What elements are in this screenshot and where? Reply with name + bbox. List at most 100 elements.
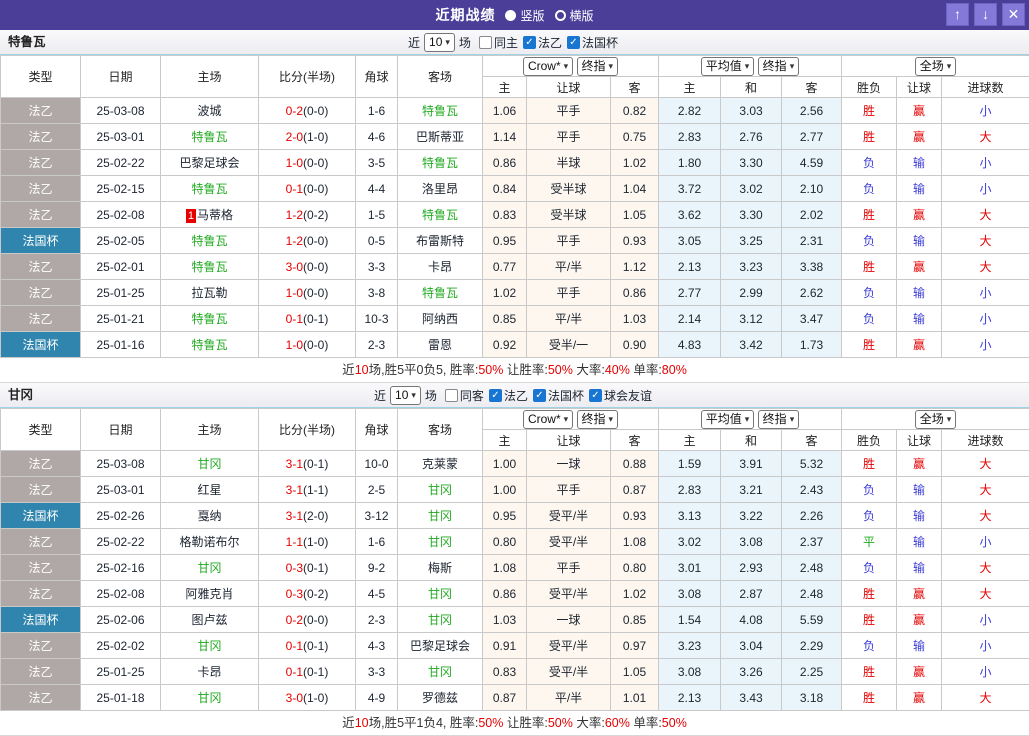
match-date: 25-03-08 — [81, 98, 161, 124]
filter-checkbox-item[interactable]: 同客 — [445, 387, 484, 404]
crow-away-odds: 1.02 — [611, 150, 659, 176]
corner-count: 1-6 — [356, 98, 398, 124]
close-button[interactable]: ✕ — [1002, 3, 1025, 26]
winloss-outcome: 胜 — [842, 451, 897, 477]
match-row: 法乙25-02-22巴黎足球会1-0(0-0)3-5特鲁瓦0.86半球1.021… — [1, 150, 1029, 176]
avg-home-odds: 1.80 — [659, 150, 721, 176]
match-type: 法乙 — [1, 555, 81, 581]
filter-controls: 近 10▾ 场 同主✓法乙✓法国杯 — [408, 33, 621, 52]
away-team: 巴斯蒂亚 — [398, 124, 483, 150]
match-date: 25-03-08 — [81, 451, 161, 477]
goals-outcome: 大 — [942, 555, 1029, 581]
average-select[interactable]: 平均值▾ — [701, 57, 755, 76]
radio-unselected-icon[interactable] — [555, 10, 566, 21]
odds-provider-select[interactable]: Crow*▾ — [523, 57, 573, 76]
summary-segment: 单率: — [630, 716, 662, 730]
avg-draw-odds: 3.23 — [721, 254, 782, 280]
avg-draw-odds: 2.76 — [721, 124, 782, 150]
average-select[interactable]: 平均值▾ — [701, 410, 755, 429]
competition-filters: 同主 ✓法乙 ✓法国杯 — [479, 34, 621, 51]
avg-away-odds: 5.59 — [782, 607, 842, 633]
match-count-select[interactable]: 10▾ — [424, 33, 455, 52]
odds-time-select[interactable]: 终指▾ — [577, 410, 619, 429]
match-score: 2-0(1-0) — [259, 124, 356, 150]
away-team: 特鲁瓦 — [398, 202, 483, 228]
average-time-select[interactable]: 终指▾ — [758, 57, 800, 76]
radio-selected-icon[interactable] — [505, 10, 516, 21]
match-score: 1-1(1-0) — [259, 529, 356, 555]
odds-group-crow: Crow*▾ 终指▾ — [483, 56, 659, 77]
handicap-outcome: 输 — [897, 503, 942, 529]
goals-outcome: 小 — [942, 529, 1029, 555]
layout-radio-vertical[interactable]: 竖版 — [505, 7, 544, 24]
filter-checkbox-item[interactable]: ✓法国杯 — [567, 34, 618, 51]
winloss-outcome: 负 — [842, 228, 897, 254]
crow-home-odds: 0.95 — [483, 503, 527, 529]
match-type: 法乙 — [1, 633, 81, 659]
avg-away-odds: 2.62 — [782, 280, 842, 306]
filter-checkbox-item[interactable]: ✓法乙 — [489, 387, 528, 404]
checkbox-icon[interactable] — [445, 389, 458, 402]
handicap-outcome: 输 — [897, 555, 942, 581]
chevron-down-icon: ▾ — [609, 411, 614, 427]
move-up-button[interactable]: ↑ — [946, 3, 969, 26]
handicap-outcome: 赢 — [897, 202, 942, 228]
match-row: 法国杯25-02-06图卢兹0-2(0-0)2-3甘冈1.03一球0.851.5… — [1, 607, 1029, 633]
team-name: 特鲁瓦 — [8, 30, 46, 54]
summary-segment: 50% — [478, 716, 503, 730]
checkbox-icon[interactable]: ✓ — [533, 389, 546, 402]
corner-count: 9-2 — [356, 555, 398, 581]
move-down-button[interactable]: ↓ — [974, 3, 997, 26]
match-type: 法乙 — [1, 280, 81, 306]
col-goals: 进球数 — [942, 430, 1029, 451]
period-select[interactable]: 全场▾ — [915, 57, 957, 76]
away-team: 甘冈 — [398, 659, 483, 685]
col-avg-away: 客 — [782, 430, 842, 451]
filter-checkbox-item[interactable]: ✓法国杯 — [533, 387, 584, 404]
filter-checkbox-item[interactable]: 同主 — [479, 34, 518, 51]
corner-count: 10-0 — [356, 451, 398, 477]
corner-count: 3-3 — [356, 254, 398, 280]
layout-radio-horizontal[interactable]: 横版 — [555, 7, 594, 24]
checkbox-icon[interactable]: ✓ — [523, 36, 536, 49]
home-team: 特鲁瓦 — [161, 332, 259, 358]
filter-checkbox-item[interactable]: ✓球会友谊 — [589, 387, 652, 404]
match-type: 法国杯 — [1, 228, 81, 254]
crow-handicap: 受半球 — [527, 202, 611, 228]
avg-away-odds: 4.59 — [782, 150, 842, 176]
match-score: 0-2(0-0) — [259, 607, 356, 633]
avg-home-odds: 2.14 — [659, 306, 721, 332]
radio-vertical-label: 竖版 — [520, 7, 544, 24]
checkbox-icon[interactable]: ✓ — [589, 389, 602, 402]
filter-checkbox-item[interactable]: ✓法乙 — [523, 34, 562, 51]
home-team: 巴黎足球会 — [161, 150, 259, 176]
corner-count: 3-3 — [356, 659, 398, 685]
avg-away-odds: 3.38 — [782, 254, 842, 280]
checkbox-icon[interactable]: ✓ — [567, 36, 580, 49]
chevron-down-icon: ▾ — [790, 411, 795, 427]
odds-group-average: 平均值▾ 终指▾ — [659, 409, 842, 430]
crow-away-odds: 1.04 — [611, 176, 659, 202]
winloss-outcome: 胜 — [842, 659, 897, 685]
odds-time-select[interactable]: 终指▾ — [577, 57, 619, 76]
odds-provider-select[interactable]: Crow*▾ — [523, 410, 573, 429]
corner-count: 4-5 — [356, 581, 398, 607]
checkbox-icon[interactable]: ✓ — [489, 389, 502, 402]
col-score: 比分(半场) — [259, 56, 356, 98]
avg-draw-odds: 3.42 — [721, 332, 782, 358]
checkbox-icon[interactable] — [479, 36, 492, 49]
match-count-select[interactable]: 10▾ — [390, 386, 421, 405]
crow-handicap: 平/半 — [527, 685, 611, 711]
winloss-outcome: 负 — [842, 633, 897, 659]
crow-away-odds: 0.75 — [611, 124, 659, 150]
goals-outcome: 小 — [942, 633, 1029, 659]
home-team: 特鲁瓦 — [161, 176, 259, 202]
summary-segment: 大率: — [573, 363, 605, 377]
match-date: 25-01-16 — [81, 332, 161, 358]
match-date: 25-01-25 — [81, 280, 161, 306]
home-team: 拉瓦勒 — [161, 280, 259, 306]
period-select[interactable]: 全场▾ — [915, 410, 957, 429]
match-date: 25-02-05 — [81, 228, 161, 254]
crow-home-odds: 1.00 — [483, 477, 527, 503]
average-time-select[interactable]: 终指▾ — [758, 410, 800, 429]
